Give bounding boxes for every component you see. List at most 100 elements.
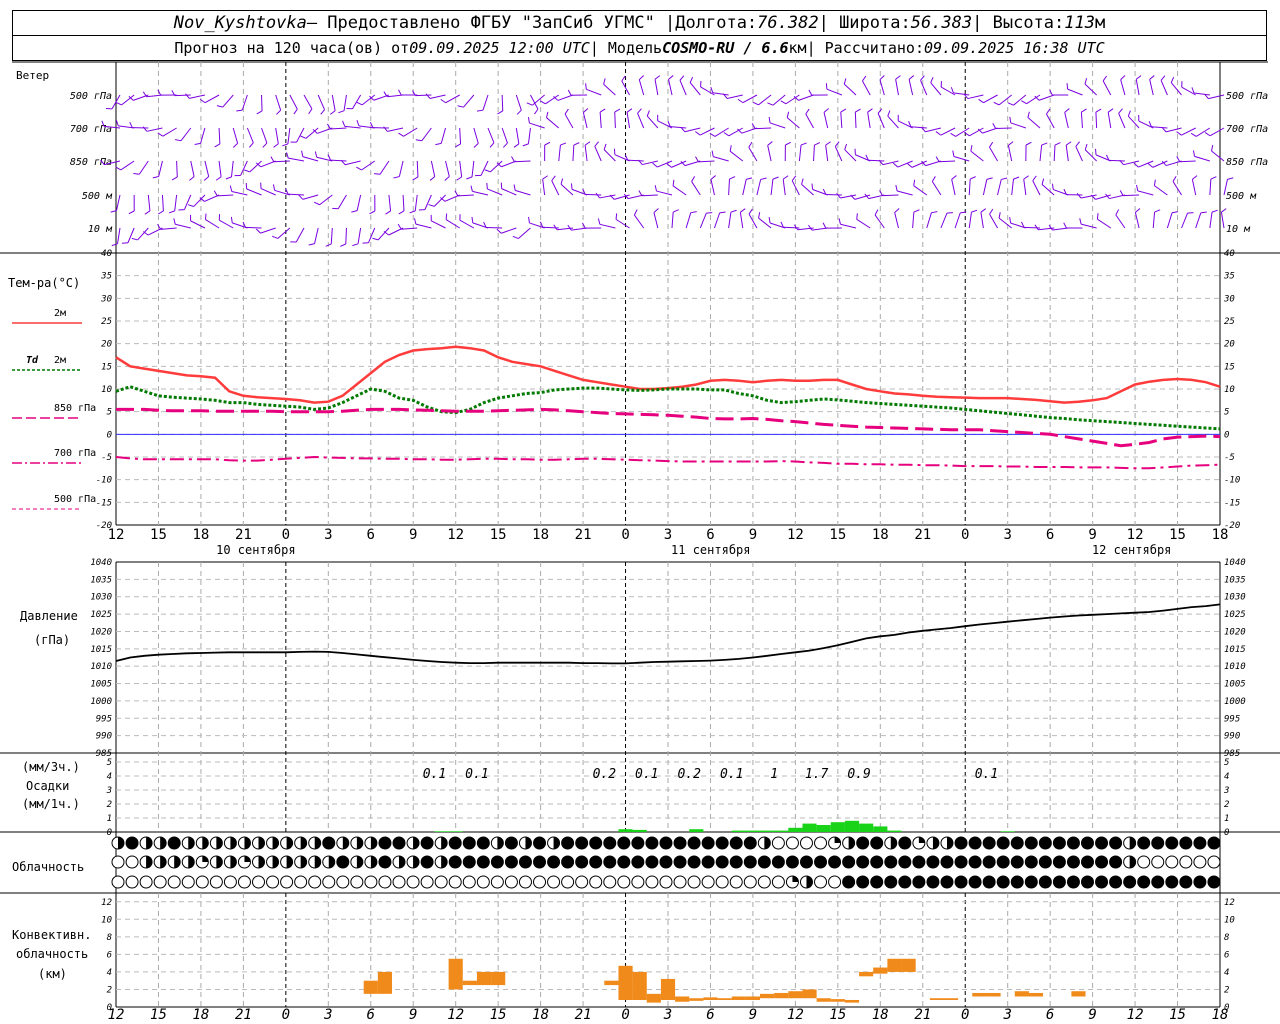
wind-barb-flag: [486, 182, 488, 190]
wind-level-label: 500 м: [1226, 191, 1257, 202]
wind-barb-flag: [526, 102, 533, 106]
precip-y-tick: 0: [107, 828, 112, 838]
wind-barb-flag: [913, 179, 916, 186]
wind-barb-flag: [142, 126, 148, 132]
pressure-y-tick: 1030: [90, 593, 112, 603]
wind-barb: [277, 227, 291, 239]
convective-bar: [972, 992, 987, 997]
cloud-title: Облачность: [12, 860, 84, 874]
pressure-y-tick: 1025: [90, 610, 112, 620]
cloud-symbol: [771, 836, 785, 850]
cloud-symbol: [420, 855, 434, 869]
wind-barb: [463, 94, 475, 108]
wind-barb-flag: [672, 209, 679, 213]
conv-y-tick: 0: [107, 1003, 112, 1013]
wind-barb-flag: [1007, 102, 1014, 106]
cloud-symbol: [518, 855, 532, 869]
cloud-circle: [378, 875, 392, 889]
wind-barb-flag: [836, 192, 841, 199]
cloud-symbol: [898, 855, 912, 869]
wind-level-label: 850 гПа: [1226, 157, 1268, 168]
temp-y-tick: 20: [1224, 340, 1235, 350]
cloud-circle: [125, 855, 139, 869]
wind-barb-flag: [690, 211, 697, 214]
temp-y-tick: 15: [101, 362, 112, 372]
cloud-symbol: [603, 836, 617, 850]
cloud-circle: [743, 875, 757, 889]
wind-barb: [1154, 185, 1168, 196]
wind-barb: [415, 94, 432, 97]
cloud-symbol: [1095, 836, 1109, 850]
wind-barb-flag: [522, 143, 529, 147]
x-tick-label: 21: [575, 527, 592, 543]
wind-barb: [767, 145, 772, 162]
cloud-fraction-mark: [1129, 856, 1136, 868]
cloud-symbol: [153, 875, 167, 889]
wind-barb-flag: [1191, 87, 1195, 94]
cloud-symbol: [308, 875, 322, 889]
wind-barb-flag: [772, 176, 779, 180]
x-tick-label: 0: [961, 1007, 969, 1023]
wind-barb-flag: [444, 176, 450, 181]
pressure-unit: (гПа): [34, 633, 70, 647]
wind-barb: [1011, 179, 1014, 196]
x-tick-label: 9: [409, 1007, 417, 1023]
temp-y-tick: -5: [101, 453, 112, 463]
wind-barb: [877, 113, 885, 129]
wind-barb: [501, 127, 508, 144]
cloud-circle: [940, 875, 954, 889]
cloud-circle: [799, 855, 813, 869]
temp-y-tick: -15: [1224, 498, 1240, 508]
convective-bar: [760, 993, 775, 999]
cloud-symbol: [982, 875, 996, 889]
x-tick-label: 6: [367, 1007, 375, 1023]
temp-y-tick: 40: [1224, 249, 1235, 259]
cloud-fraction-mark: [918, 837, 925, 843]
wind-barb: [1151, 126, 1168, 129]
day-label: 12 сентября: [1092, 543, 1171, 557]
precip-y-tick: 2: [1224, 800, 1229, 810]
x-tick-label: 3: [324, 527, 332, 543]
pressure-y-tick: 1000: [1224, 697, 1246, 707]
wind-barb-flag: [415, 139, 422, 142]
wind-barb-flag: [801, 178, 804, 185]
cloud-symbol: [603, 875, 617, 889]
wind-barb-flag: [785, 141, 791, 146]
x-tick-label: 18: [872, 1007, 889, 1023]
cloud-symbol: [1151, 855, 1165, 869]
wind-barb: [204, 160, 210, 177]
wind-barb: [317, 94, 326, 110]
cloud-circle: [589, 855, 603, 869]
x-tick-label: 18: [192, 1007, 209, 1023]
cloud-fraction-mark: [399, 856, 406, 868]
wind-barb: [1149, 79, 1154, 96]
wind-barb-flag: [1027, 111, 1030, 118]
wind-barb-flag: [1133, 162, 1139, 168]
wind-barb-flag: [456, 176, 462, 181]
cloud-circle: [1095, 836, 1109, 850]
x-tick-label: 3: [663, 1007, 672, 1023]
cloud-circle: [518, 855, 532, 869]
wind-barb: [1065, 145, 1069, 162]
cloud-fraction-mark: [244, 856, 251, 862]
cloud-symbol: [799, 875, 813, 889]
wind-barb-flag: [719, 211, 726, 214]
wind-barb: [868, 159, 885, 162]
wind-barb-flag: [470, 185, 473, 192]
wind-barb: [330, 159, 347, 162]
cloud-circle: [420, 836, 434, 850]
wind-barb: [633, 214, 645, 229]
x-tick-label: 18: [532, 527, 549, 543]
convective-bar: [887, 958, 902, 972]
wind-barb-flag: [516, 109, 522, 115]
cloud-symbol: [1024, 855, 1038, 869]
wind-barb-flag: [340, 243, 346, 247]
temp-y-tick: 25: [1224, 317, 1235, 327]
convective-bar: [476, 971, 492, 986]
cloud-circle: [996, 875, 1010, 889]
wind-barb: [501, 94, 504, 112]
wind-barb: [189, 94, 206, 99]
wind-barb: [856, 218, 871, 229]
precip-bar: [618, 829, 633, 832]
cloud-fraction-mark: [497, 837, 504, 849]
